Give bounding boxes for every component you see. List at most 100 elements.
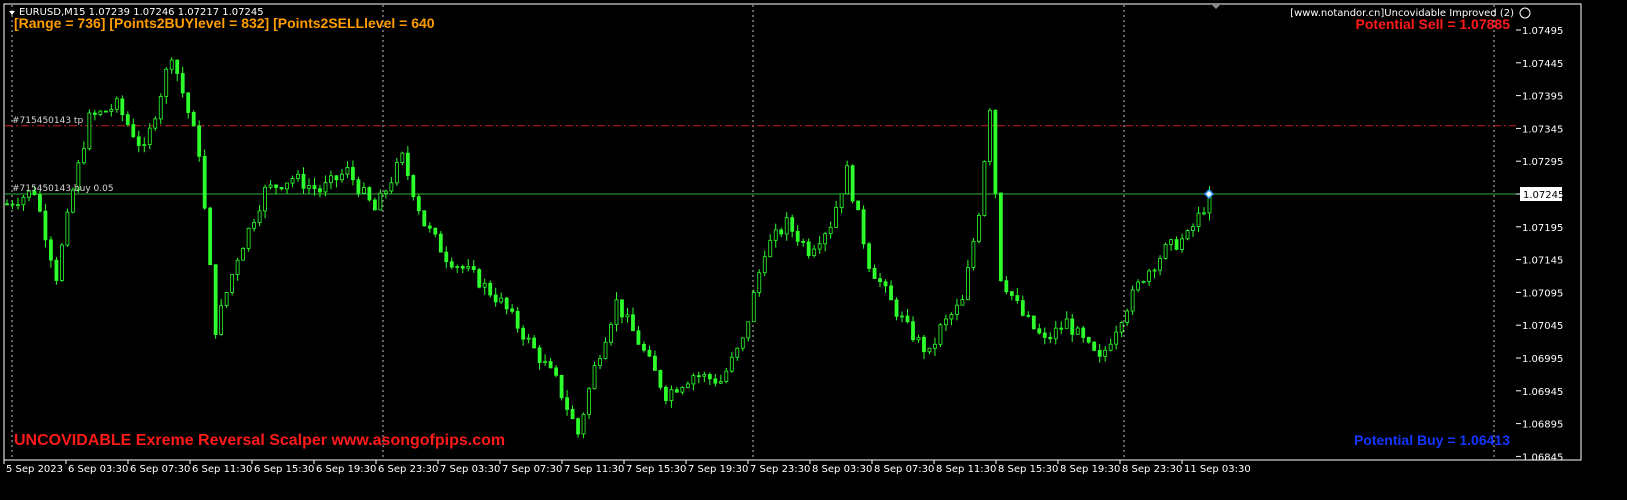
candle-body [1196,212,1201,228]
price-tick-label: 1.07395 [1522,92,1563,103]
candle-body [1037,328,1042,334]
candle-body [724,370,729,382]
candle-body [1185,230,1190,240]
candle-body [856,200,860,211]
candle-body [1141,281,1146,283]
candle-body [532,337,537,349]
time-tick-label: 6 Sep 15:30 [254,464,314,475]
candle-body [609,324,613,343]
candle-body [246,227,251,249]
candle-body [1130,289,1135,312]
candle-body [905,315,910,323]
candle-body [883,281,888,287]
candle-body [565,397,569,410]
stats-label: [Range = 736] [Points2BUYlevel = 832] [P… [14,15,435,31]
candle-body [1092,341,1097,351]
candle-body [351,167,355,181]
candle-body [1026,314,1031,317]
price-tick-label: 1.07345 [1522,124,1563,135]
candle-body [933,343,937,349]
candle-body [263,186,267,212]
candle-body [202,155,207,209]
candle-body [548,361,553,369]
candle-body [740,337,745,349]
candle-body [208,207,213,266]
candle-body [1147,270,1152,282]
price-tick-label: 1.07145 [1522,256,1563,267]
candle-body [444,251,449,263]
candle-body [1174,239,1179,250]
candle-body [98,110,103,115]
candle-body [5,203,9,206]
candle-body [1169,239,1173,245]
candle-body [658,370,663,388]
price-chart[interactable]: EURUSD,M15 1.07239 1.07246 1.07217 1.072… [0,0,1627,500]
candle-body [850,165,855,202]
candle-body [526,337,531,340]
candle-body [955,304,959,315]
candle-body [405,152,410,176]
candle-body [334,175,339,181]
candle-body [1081,327,1086,338]
candle-body [279,187,284,190]
candle-body [1097,349,1102,357]
candle-body [180,73,185,94]
candle-body [691,375,696,385]
candle-body [878,278,882,283]
tp-order-label[interactable]: #715450143 tp [12,116,83,126]
candle-body [1086,337,1091,343]
candle-body [307,185,311,189]
price-tick-label: 1.06945 [1522,387,1563,398]
candle-body [345,167,350,175]
candle-body [54,259,59,281]
candle-body [1125,310,1130,323]
candle-body [197,125,202,157]
candle-body [235,259,240,275]
candle-body [861,209,866,245]
candle-body [762,256,767,274]
candle-body [1191,226,1195,231]
candle-body [944,318,948,326]
candle-body [1114,331,1119,345]
candle-body [696,375,701,378]
current-price-label: 1.07245 [1523,190,1564,201]
candle-body [949,314,954,320]
time-tick-label: 6 Sep 11:30 [192,464,252,475]
candle-body [1070,318,1075,335]
candle-body [966,267,970,300]
candle-body [296,173,300,179]
candle-body [1108,343,1113,351]
candle-body [131,124,136,138]
candle-body [394,162,399,184]
candle-body [916,336,921,341]
candle-body [1158,257,1162,271]
candle-body [1020,300,1025,316]
candle-body [867,243,871,269]
candle-body [1163,243,1168,259]
candle-body [362,187,366,194]
candle-body [422,210,427,227]
candle-body [318,188,322,193]
candle-body [1202,212,1206,215]
candle-body [713,378,718,384]
candle-body [383,190,388,194]
candle-body [922,336,926,353]
candle-body [433,227,438,235]
candle-body [367,187,372,201]
candle-body [224,292,229,307]
price-tick-label: 1.06895 [1522,420,1563,431]
buy-order-label[interactable]: #715450143 buy 0.05 [12,184,114,194]
candle-body [911,321,915,341]
candle-body [1152,269,1157,272]
candle-body [702,374,707,377]
candle-body [43,210,48,241]
candle-body [372,199,377,211]
time-tick-label: 11 Sep 03:30 [1184,464,1251,475]
candle-body [16,204,20,207]
candle-body [1042,332,1047,338]
candle-body [1119,322,1124,333]
candle-body [1180,238,1184,250]
candle-body [477,269,482,288]
candle-body [109,108,114,112]
candle-body [257,210,262,224]
